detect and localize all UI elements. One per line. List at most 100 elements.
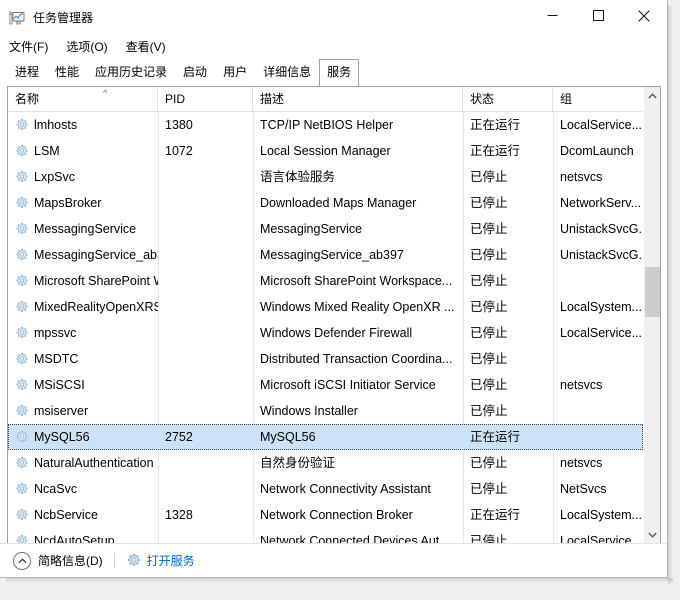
fewer-details-button[interactable]: 简略信息(D) <box>13 551 103 570</box>
menu-file[interactable]: 文件(F) <box>9 37 57 57</box>
cell-group: netsvcs <box>560 456 603 470</box>
window-shadow-bottom <box>6 578 673 583</box>
table-row[interactable]: MapsBroker Downloaded Maps Manager 已停止 Netw… <box>8 190 643 216</box>
maximize-icon <box>592 10 604 21</box>
open-services-label: 打开服务 <box>146 553 195 568</box>
cell-group: LocalSystem... <box>560 508 642 522</box>
column-header-label: 组 <box>560 92 573 106</box>
cell-status: 正在运行 <box>470 144 521 158</box>
cell-name: Microsoft SharePoint W... <box>34 274 158 288</box>
table-row[interactable]: NcaSvc Network Connectivity Assistant 已停止 N… <box>8 476 643 502</box>
table-row[interactable]: MSiSCSI Microsoft iSCSI Initiator Service… <box>8 372 643 398</box>
column-header-name[interactable]: 名称 ^ <box>8 87 158 111</box>
chevron-down-icon <box>648 532 657 538</box>
cell-group: NetworkServ... <box>560 196 642 210</box>
table-row[interactable]: NcdAutoSetup Network Connected Devices Au… <box>8 528 643 543</box>
menu-bar: 文件(F) 选项(O) 查看(V) <box>0 36 667 58</box>
cell-pid <box>158 190 253 216</box>
cell-name: mpssvc <box>34 326 77 340</box>
scroll-up-button[interactable] <box>644 87 660 104</box>
tab-5[interactable]: 详细信息 <box>255 59 319 85</box>
menu-options[interactable]: 选项(O) <box>66 37 116 57</box>
cell-group: netsvcs <box>560 378 603 392</box>
table-row[interactable]: MessagingService_ab397 MessagingService_a… <box>8 242 643 268</box>
table-row[interactable]: mpssvc Windows Defender Firewall 已停止 LocalS… <box>8 320 643 346</box>
cell-name: lmhosts <box>34 118 78 132</box>
cell-name: LxpSvc <box>34 170 75 184</box>
task-manager-icon <box>8 10 25 26</box>
cell-pid <box>158 398 253 424</box>
cell-name: MySQL56 <box>34 430 90 444</box>
menu-view[interactable]: 查看(V) <box>126 37 175 57</box>
window-controls <box>529 0 667 31</box>
tab-0[interactable]: 进程 <box>7 59 47 85</box>
column-header-desc[interactable]: 描述 <box>253 87 463 111</box>
table-row[interactable]: LSM 1072 Local Session Manager 正在运行 DcomLaun… <box>8 138 643 164</box>
window-frame: 任务管理器 文件(F) 选项(O) 查看(V) 进程 性能 应用历史记录 启动 … <box>0 0 668 578</box>
cell-name: MessagingService <box>34 222 137 236</box>
cell-group: LocalService... <box>560 118 642 132</box>
column-header-label: 状态 <box>470 92 495 106</box>
column-header-label: 名称 <box>15 92 40 106</box>
tab-2[interactable]: 应用历史记录 <box>87 59 175 85</box>
cell-group <box>553 346 643 372</box>
column-header-status[interactable]: 状态 <box>463 87 553 111</box>
cell-pid <box>158 294 253 320</box>
cell-status: 已停止 <box>470 248 508 262</box>
cell-name: MixedRealityOpenXRSvc <box>34 300 158 314</box>
table-row[interactable]: msiserver Windows Installer 已停止 <box>8 398 643 424</box>
cell-desc: Local Session Manager <box>260 144 391 158</box>
cell-name: MSDTC <box>34 352 79 366</box>
close-icon <box>638 9 650 22</box>
cell-status: 已停止 <box>470 482 508 496</box>
cell-status: 已停止 <box>470 196 508 210</box>
cell-desc: Network Connectivity Assistant <box>260 482 431 496</box>
sort-ascending-icon: ^ <box>103 88 108 98</box>
cell-desc: Network Connection Broker <box>260 508 413 522</box>
cell-name: NcdAutoSetup <box>34 534 115 543</box>
table-row[interactable]: NaturalAuthentication 自然身份验证 已停止 netsvcs <box>8 450 643 476</box>
cell-name: NcaSvc <box>34 482 78 496</box>
column-header-pid[interactable]: PID <box>158 87 253 111</box>
minimize-button[interactable] <box>529 0 575 31</box>
cell-desc: Microsoft SharePoint Workspace... <box>260 274 453 288</box>
cell-pid <box>158 320 253 346</box>
table-row[interactable]: MSDTC Distributed Transaction Coordina...… <box>8 346 643 372</box>
vertical-scrollbar[interactable] <box>643 87 660 543</box>
cell-pid <box>158 268 253 294</box>
table-row[interactable]: MixedRealityOpenXRSvc Windows Mixed Reali… <box>8 294 643 320</box>
table-row[interactable]: MySQL56 2752 MySQL56 正在运行 <box>8 424 643 450</box>
cell-name: MapsBroker <box>34 196 102 210</box>
cell-status: 正在运行 <box>470 118 521 132</box>
services-list: 名称 ^ PID 描述 状态 组 lmhosts 1380 TCP/IP NetBIOS He… <box>7 86 661 544</box>
tab-4[interactable]: 用户 <box>215 59 255 85</box>
cell-pid <box>158 476 253 502</box>
tab-6[interactable]: 服务 <box>319 59 360 86</box>
scroll-down-button[interactable] <box>644 526 660 543</box>
tab-3[interactable]: 启动 <box>175 59 215 85</box>
close-button[interactable] <box>621 0 667 31</box>
cell-group: UnistackSvcG... <box>560 222 643 236</box>
cell-status: 已停止 <box>470 352 508 366</box>
table-row[interactable]: lmhosts 1380 TCP/IP NetBIOS Helper 正在运行 Loca… <box>8 112 643 138</box>
cell-desc: Downloaded Maps Manager <box>260 196 417 210</box>
table-row[interactable]: Microsoft SharePoint W... Microsoft Share… <box>8 268 643 294</box>
cell-desc: 自然身份验证 <box>260 456 336 470</box>
cell-desc: Network Connected Devices Aut... <box>260 534 450 543</box>
table-row[interactable]: NcbService 1328 Network Connection Broker 正… <box>8 502 643 528</box>
status-divider <box>113 553 115 568</box>
cell-name: NcbService <box>34 508 98 522</box>
open-services-button[interactable]: 打开服务 <box>126 553 195 569</box>
cell-pid <box>158 450 253 476</box>
maximize-button[interactable] <box>575 0 621 31</box>
table-row[interactable]: LxpSvc 语言体验服务 已停止 netsvcs <box>8 164 643 190</box>
tab-1[interactable]: 性能 <box>47 59 87 85</box>
cell-desc: TCP/IP NetBIOS Helper <box>260 118 394 132</box>
table-body: lmhosts 1380 TCP/IP NetBIOS Helper 正在运行 Loca… <box>8 112 643 543</box>
column-header-group[interactable]: 组 <box>553 87 645 111</box>
cell-pid <box>158 164 253 190</box>
task-manager-window: 任务管理器 文件(F) 选项(O) 查看(V) 进程 性能 应用历史记录 启动 … <box>0 0 680 600</box>
minimize-icon <box>547 15 557 16</box>
scrollbar-thumb[interactable] <box>645 267 660 317</box>
table-row[interactable]: MessagingService MessagingService 已停止 Unist… <box>8 216 643 242</box>
